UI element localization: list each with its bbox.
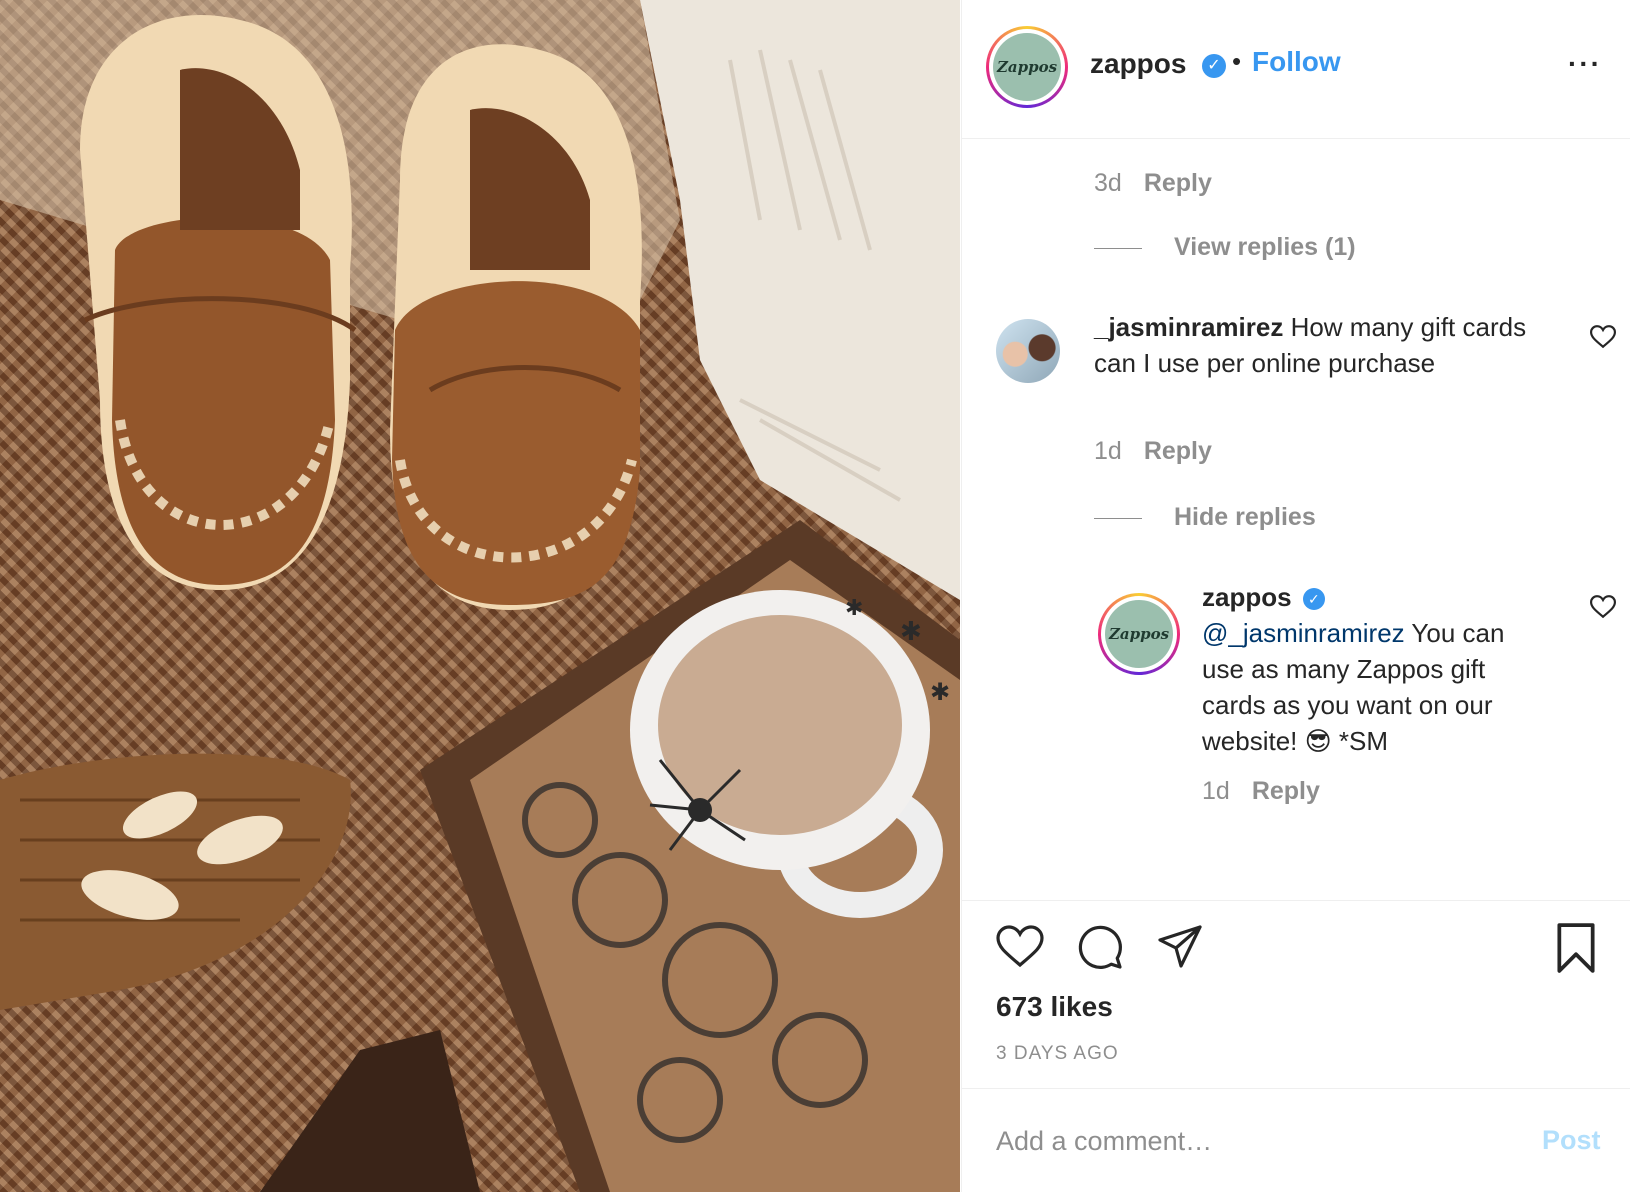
post-timestamp: 3 DAYS AGO [996, 1043, 1119, 1064]
reply-body: zappos ✓ @_jasminramirez You can use as … [1202, 579, 1542, 759]
comment-meta: 3d Reply [1094, 169, 1212, 198]
likes-count[interactable]: 673 likes [996, 991, 1113, 1023]
reply-button[interactable]: Reply [1144, 437, 1212, 465]
post-actions: 673 likes 3 DAYS AGO [962, 900, 1630, 1089]
reply-author-avatar[interactable]: Zappos [1098, 593, 1180, 675]
hide-replies-button[interactable]: Hide replies [1094, 503, 1316, 532]
comment-meta: 1d Reply [1094, 437, 1212, 466]
commenter-username[interactable]: _jasminramirez [1094, 312, 1283, 342]
comment-body: _jasminramirez How many gift cards can I… [1094, 309, 1534, 381]
like-reply-heart-icon[interactable] [1590, 595, 1616, 619]
author-avatar-logo: Zappos [993, 33, 1061, 101]
reply-meta: 1d Reply [1202, 777, 1320, 806]
post-image[interactable]: ✱ ✱ ✱ [0, 0, 960, 1192]
post-image-illustration: ✱ ✱ ✱ [0, 0, 960, 1192]
comment-time: 3d [1094, 169, 1122, 197]
slipper-left [80, 15, 357, 590]
follow-button[interactable]: Follow [1252, 46, 1341, 78]
verified-badge-icon: ✓ [1202, 54, 1226, 78]
reply-time: 1d [1202, 777, 1230, 805]
comment-bubble-icon[interactable] [1076, 923, 1124, 971]
comments-list[interactable]: 3d Reply View replies (1) _jasminramirez … [962, 139, 1630, 899]
view-replies-label: View replies (1) [1174, 233, 1356, 261]
author-avatar[interactable]: Zappos [986, 26, 1068, 108]
comment-time: 1d [1094, 437, 1122, 465]
add-comment-bar: Post [962, 1088, 1630, 1193]
reply-author-avatar-logo: Zappos [1105, 600, 1173, 668]
view-replies-button[interactable]: View replies (1) [1094, 233, 1356, 262]
like-comment-heart-icon[interactable] [1590, 325, 1616, 349]
reply-button[interactable]: Reply [1144, 169, 1212, 197]
author-username[interactable]: zappos [1090, 48, 1186, 80]
svg-text:✱: ✱ [930, 679, 950, 706]
post-sidebar: Zappos zappos ✓ • Follow ··· 3d Reply Vie… [961, 0, 1630, 1192]
commenter-avatar[interactable] [996, 319, 1060, 383]
post-comment-button[interactable]: Post [1542, 1125, 1601, 1156]
reply-username[interactable]: zappos [1202, 582, 1292, 612]
reply-mention-link[interactable]: @_jasminramirez [1202, 618, 1405, 648]
hide-replies-label: Hide replies [1174, 503, 1316, 531]
add-comment-input[interactable] [996, 1119, 1516, 1163]
verified-badge-icon: ✓ [1302, 588, 1325, 611]
more-options-icon[interactable]: ··· [1568, 50, 1602, 78]
svg-text:✱: ✱ [900, 616, 922, 646]
save-bookmark-icon[interactable] [1554, 923, 1598, 973]
slipper-right [390, 44, 642, 610]
separator-dot: • [1232, 46, 1242, 76]
reply-button[interactable]: Reply [1252, 777, 1320, 805]
like-heart-icon[interactable] [996, 925, 1044, 969]
share-send-icon[interactable] [1156, 923, 1204, 969]
divider-line [1094, 247, 1142, 249]
svg-text:✱: ✱ [845, 595, 863, 620]
divider-line [1094, 517, 1142, 519]
post-header: Zappos zappos ✓ • Follow ··· [962, 0, 1630, 139]
